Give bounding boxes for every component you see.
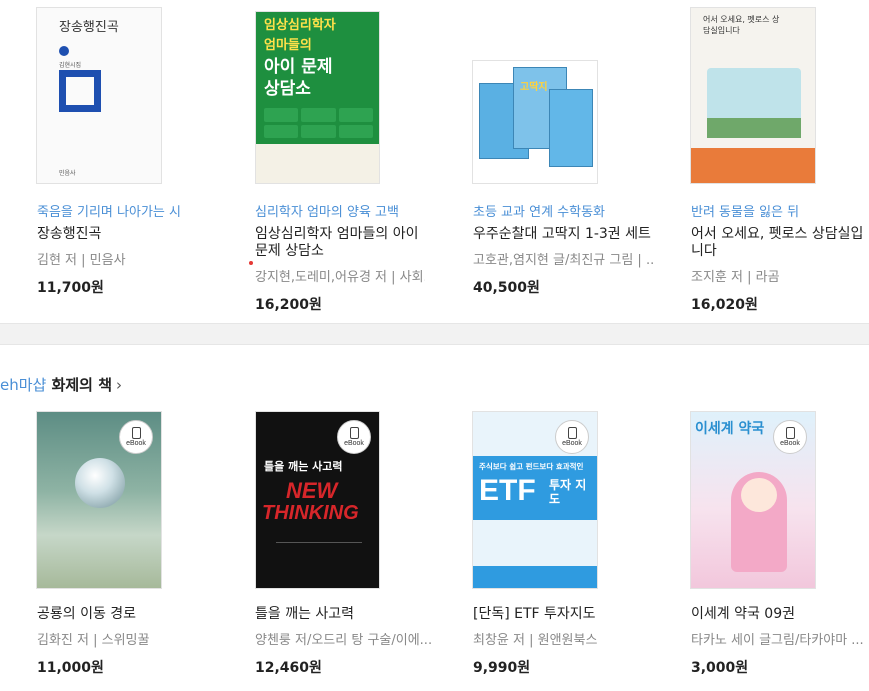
section-divider xyxy=(0,323,869,345)
book-info-2: 심리학자 엄마의 양육 고백 임상심리학자 엄마들의 아이 문제 상담소 강지현… xyxy=(255,201,455,314)
tablet-icon xyxy=(785,427,795,439)
cover-title: 틀을 깨는 사고력 xyxy=(264,460,343,473)
book-cover-funeral-march[interactable]: 장송행진곡 김현시집 민음사 xyxy=(36,7,162,184)
cover-line-4: 상담소 xyxy=(264,79,311,99)
book-title[interactable]: 어서 오세요, 펫로스 상담실입니다 xyxy=(691,226,866,260)
cover-etf: ETF xyxy=(479,474,536,507)
book-price: 9,990원 xyxy=(473,660,531,676)
book-info-1: 죽음을 기리며 나아가는 시 장송행진곡 김현 저 | 민음사 11,700원 xyxy=(37,201,237,297)
cover-tags xyxy=(264,108,373,138)
book-kicker[interactable]: 초등 교과 연계 수학동화 xyxy=(473,201,673,220)
ebook-label: eBook xyxy=(126,440,146,447)
book-title[interactable]: 이세계 약국 09권 xyxy=(691,606,869,623)
book-author: 양첸룽 저/오드리 탕 구술/이에... xyxy=(255,633,433,648)
box-book-3 xyxy=(549,89,593,167)
cover-subtitle: 김현시집 xyxy=(59,62,82,69)
book-author: 조지훈 저 | 라곰 xyxy=(691,270,780,285)
book-price: 12,460원 xyxy=(255,660,322,676)
cover-blurb xyxy=(276,542,362,570)
book-info-3: 초등 교과 연계 수학동화 우주순찰대 고딱지 1-3권 세트 고호관,염지현 … xyxy=(473,201,673,297)
cover-title: 고딱지 xyxy=(520,82,548,93)
cover-face xyxy=(741,478,777,512)
cover-side: 투자 지도 xyxy=(549,478,587,506)
book-info-6: 틀을 깨는 사고력 양첸룽 저/오드리 탕 구술/이에... 12,460원 xyxy=(255,606,455,677)
book-title[interactable]: 임상심리학자 엄마들의 아이 문제 상담소 xyxy=(255,226,425,260)
ebook-badge: eBook xyxy=(555,420,589,454)
cover-publisher: 민음사 xyxy=(59,170,76,177)
cover-big-1: NEW xyxy=(286,478,338,503)
section-brand: eh마샵 xyxy=(0,376,47,394)
section-header[interactable]: eh마샵 화제의 책 › xyxy=(0,374,122,395)
cover-tagline: 주식보다 쉽고 펀드보다 효과적인 xyxy=(479,462,584,471)
book-info-7: [단독] ETF 투자지도 최창윤 저 | 원앤원북스 9,990원 xyxy=(473,606,673,677)
book-price: 11,000원 xyxy=(37,660,104,676)
book-kicker[interactable]: 반려 동물을 잃은 뒤 xyxy=(691,201,869,220)
tablet-icon xyxy=(567,427,577,439)
section-title: 화제의 책 xyxy=(51,376,113,394)
book-price: 40,500원 xyxy=(473,280,540,296)
book-author: 고호관,염지현 글/최진규 그림 | ... xyxy=(473,253,653,268)
cover-hills xyxy=(707,118,801,138)
ebook-badge: eBook xyxy=(119,420,153,454)
cover-sphere xyxy=(75,458,125,508)
book-cover-new-thinking[interactable]: 틀을 깨는 사고력 NEW THINKING eBook xyxy=(255,411,380,589)
book-cover-pet-loss[interactable]: 어서 오세요, 펫로스 상담실입니다 xyxy=(690,7,816,184)
cover-line-2: 엄마들의 xyxy=(264,38,312,53)
book-info-4: 반려 동물을 잃은 뒤 어서 오세요, 펫로스 상담실입니다 조지훈 저 | 라… xyxy=(691,201,869,314)
book-cover-etf-map[interactable]: 주식보다 쉽고 펀드보다 효과적인 ETF 투자 지도 eBook xyxy=(472,411,598,589)
cover-big-2: THINKING xyxy=(262,502,359,524)
book-cover-clinical-psych[interactable]: 임상심리학자 엄마들의 아이 문제 상담소 xyxy=(255,11,380,184)
book-price: 11,700원 xyxy=(37,280,104,296)
ebook-badge: eBook xyxy=(773,420,807,454)
book-author: 타카노 세이 글그림/타카야마 ... xyxy=(691,633,864,648)
ebook-badge: eBook xyxy=(337,420,371,454)
book-title[interactable]: [단독] ETF 투자지도 xyxy=(473,606,673,623)
book-author: 김현 저 | 민음사 xyxy=(37,253,126,268)
book-info-8: 이세계 약국 09권 타카노 세이 글그림/타카야마 ... 3,000원 xyxy=(691,606,869,677)
book-title[interactable]: 우주순찰대 고딱지 1-3권 세트 xyxy=(473,226,673,243)
book-cover-dinosaur-route[interactable]: eBook xyxy=(36,411,162,589)
book-kicker[interactable]: 죽음을 기리며 나아가는 시 xyxy=(37,201,237,220)
cover-footer xyxy=(691,148,815,183)
ebook-label: eBook xyxy=(562,440,582,447)
cover-chart-band xyxy=(473,520,597,566)
book-kicker[interactable]: 심리학자 엄마의 양육 고백 xyxy=(255,201,455,220)
book-cover-isekai-pharmacy[interactable]: 이세계 약국 eBook xyxy=(690,411,816,589)
cover-line-1: 임상심리학자 xyxy=(264,18,336,33)
cover-title: 장송행진곡 xyxy=(59,20,119,35)
cover-dot xyxy=(59,46,69,56)
cover-title: 어서 오세요, 펫로스 상담실입니다 xyxy=(703,15,780,35)
book-info-5: 공룡의 이동 경로 김화진 저 | 스위밍꿀 11,000원 xyxy=(37,606,237,677)
book-price: 16,020원 xyxy=(691,297,758,313)
book-cover-space-patrol[interactable]: 고딱지 xyxy=(472,60,598,184)
book-title[interactable]: 공룡의 이동 경로 xyxy=(37,606,237,623)
cover-square xyxy=(59,70,101,112)
book-title[interactable]: 틀을 깨는 사고력 xyxy=(255,606,455,623)
book-price: 3,000원 xyxy=(691,660,749,676)
book-price: 16,200원 xyxy=(255,297,322,313)
new-badge-dot xyxy=(249,261,253,265)
book-author: 강지현,도레미,어유경 저 | 사회... xyxy=(255,270,425,285)
cover-title: 이세계 약국 xyxy=(695,421,765,437)
tablet-icon xyxy=(131,427,141,439)
book-title[interactable]: 장송행진곡 xyxy=(37,226,237,243)
book-author: 김화진 저 | 스위밍꿀 xyxy=(37,633,150,648)
cover-footer xyxy=(256,144,379,183)
book-author: 최창윤 저 | 원앤원북스 xyxy=(473,633,598,648)
tablet-icon xyxy=(349,427,359,439)
ebook-label: eBook xyxy=(344,440,364,447)
chevron-right-icon: › xyxy=(116,376,123,394)
ebook-label: eBook xyxy=(780,440,800,447)
